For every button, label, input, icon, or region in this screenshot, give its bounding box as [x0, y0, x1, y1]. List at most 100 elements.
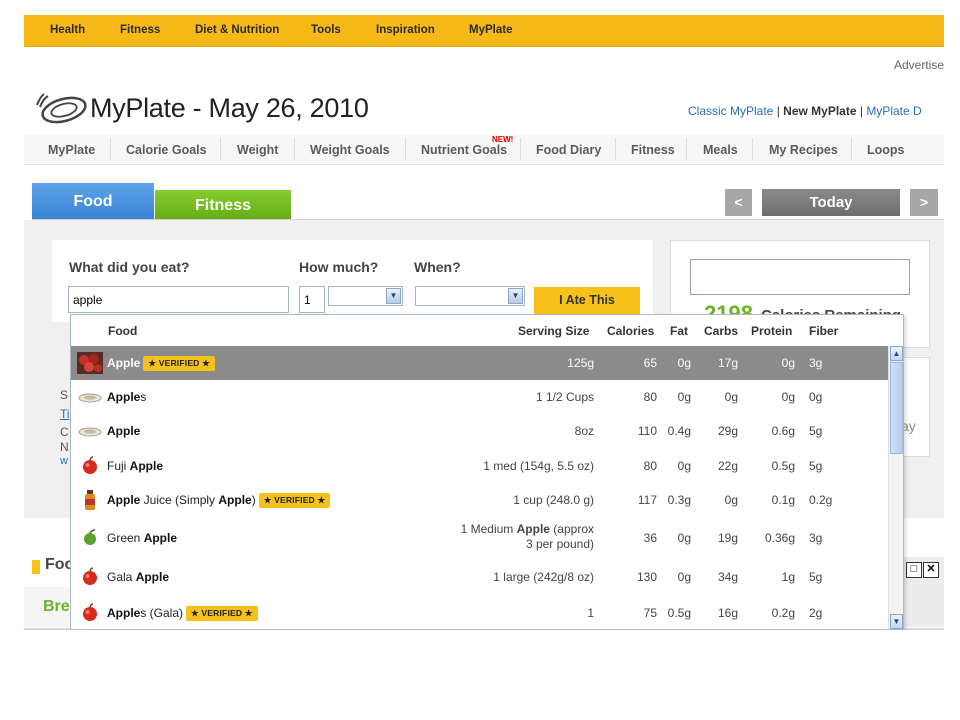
serving-size: 1 cup (248.0 g): [513, 493, 594, 507]
serving-size: 1: [587, 606, 594, 620]
top-nav-health[interactable]: Health: [50, 24, 85, 36]
red-apple-icon: [77, 602, 103, 624]
tab-weight[interactable]: Weight: [237, 143, 278, 157]
advertise-link[interactable]: Advertise: [894, 58, 944, 72]
today-button[interactable]: Today: [762, 189, 900, 216]
protein-value: 0.36g: [764, 531, 795, 545]
i-ate-this-button[interactable]: I Ate This: [534, 287, 640, 314]
top-nav-diet-nutrition[interactable]: Diet & Nutrition: [195, 24, 279, 36]
carbs-value: 17g: [717, 356, 738, 370]
tab-my-recipes[interactable]: My Recipes: [769, 143, 838, 157]
food-name: Apple: [107, 424, 141, 438]
food-tab[interactable]: Food: [32, 183, 154, 220]
verified-badge: ★ VERIFIED ★: [258, 493, 331, 508]
left-panel-text: S: [60, 388, 69, 402]
classic-myplate-link[interactable]: Classic MyPlate: [688, 104, 773, 118]
next-day-button[interactable]: >: [910, 189, 938, 216]
tab-nutrient-goals[interactable]: Nutrient Goals: [421, 143, 507, 157]
food-name: Apple Juice (Simply Apple) ★ VERIFIED ★: [107, 493, 331, 508]
result-row[interactable]: Apple Juice (Simply Apple) ★ VERIFIED ★ 1 …: [71, 483, 889, 517]
divider: [220, 138, 221, 160]
calories-value: 36: [643, 531, 657, 545]
tab-fitness[interactable]: Fitness: [631, 143, 675, 157]
green-apple-icon: [77, 526, 103, 548]
divider: [851, 138, 852, 160]
fat-value: 0g: [677, 356, 691, 370]
new-badge: NEW!: [492, 135, 514, 144]
left-panel-text: C: [60, 425, 69, 439]
divider: [520, 138, 521, 160]
fiber-value: 3g: [809, 356, 823, 370]
fiber-value: 5g: [809, 570, 823, 584]
tab-meals[interactable]: Meals: [703, 143, 738, 157]
scroll-down-icon[interactable]: ▼: [890, 614, 903, 629]
protein-value: 0g: [781, 356, 795, 370]
fat-value: 0.4g: [667, 424, 691, 438]
calories-value: 80: [643, 390, 657, 404]
meal-time-select[interactable]: ▼: [415, 286, 525, 306]
prev-day-button[interactable]: <: [725, 189, 752, 216]
carbs-value: 19g: [717, 531, 738, 545]
header-protein: Protein: [751, 324, 793, 338]
header-food: Food: [108, 324, 138, 338]
result-row[interactable]: Apples 1 1/2 Cups 80 0g 0g 0g 0g: [71, 380, 889, 414]
new-myplate-link[interactable]: New MyPlate: [783, 104, 856, 118]
calories-value: 130: [636, 570, 657, 584]
page-title: MyPlate - May 26, 2010: [90, 93, 369, 123]
divider: [405, 138, 406, 160]
protein-value: 0.1g: [771, 493, 795, 507]
version-links: Classic MyPlate | New MyPlate | MyPlate …: [688, 104, 922, 118]
juice-bottle-icon: [77, 489, 103, 511]
fiber-value: 0.2g: [809, 493, 833, 507]
tab-myplate[interactable]: MyPlate: [48, 143, 95, 157]
top-nav-tools[interactable]: Tools: [311, 24, 341, 36]
carbs-value: 22g: [717, 459, 738, 473]
fat-value: 0g: [677, 531, 691, 545]
result-row[interactable]: Apples (Gala) ★ VERIFIED ★ 1 75 0.5g 16g 0.2g 2…: [71, 596, 889, 629]
top-nav-fitness[interactable]: Fitness: [120, 24, 160, 36]
scroll-thumb[interactable]: [890, 362, 903, 454]
serving-size: 1 med (154g, 5.5 oz): [483, 459, 594, 473]
fat-value: 0.3g: [667, 493, 691, 507]
fiber-value: 2g: [809, 606, 823, 620]
tab-calorie-goals[interactable]: Calorie Goals: [126, 143, 207, 157]
serving-size: 1 1/2 Cups: [535, 390, 594, 404]
unit-select[interactable]: ▼: [328, 286, 403, 306]
protein-value: 1g: [781, 570, 795, 584]
myplate-d-link[interactable]: MyPlate D: [866, 104, 921, 118]
section-marker: [32, 560, 40, 574]
maximize-icon[interactable]: □: [906, 562, 922, 578]
verified-badge: ★ VERIFIED ★: [143, 356, 215, 371]
top-nav-myplate[interactable]: MyPlate: [469, 24, 512, 36]
result-row[interactable]: Fuji Apple 1 med (154g, 5.5 oz) 80 0g 22g 0.5…: [71, 449, 889, 483]
page: Health Fitness Diet & Nutrition Tools In…: [24, 15, 944, 630]
sub-nav: MyPlate Calorie Goals Weight Weight Goal…: [24, 135, 944, 165]
breakfast-header: Breakfast: [24, 587, 116, 627]
scrollbar[interactable]: ▲ ▼: [888, 346, 903, 629]
separator: |: [773, 104, 784, 118]
chevron-down-icon: ▼: [386, 288, 401, 304]
fitness-tab[interactable]: Fitness: [155, 190, 291, 220]
left-panel-link[interactable]: Ti: [60, 407, 70, 421]
protein-value: 0.6g: [771, 424, 795, 438]
serving-size: 8oz: [574, 424, 594, 438]
left-panel-link[interactable]: w: [60, 455, 68, 467]
result-row[interactable]: Green Apple 1 Medium Apple (approx 3 per p…: [71, 518, 889, 560]
carbs-value: 0g: [724, 390, 738, 404]
tab-loops[interactable]: Loops: [867, 143, 905, 157]
tab-weight-goals[interactable]: Weight Goals: [310, 143, 390, 157]
divider: [752, 138, 753, 160]
calories-field[interactable]: [690, 259, 910, 295]
header-serving-size: Serving Size: [518, 324, 590, 338]
top-nav-inspiration[interactable]: Inspiration: [376, 24, 435, 36]
header-carbs: Carbs: [704, 324, 739, 338]
close-icon[interactable]: ✕: [923, 562, 939, 578]
tab-food-diary[interactable]: Food Diary: [536, 143, 601, 157]
result-row[interactable]: Apple 8oz 110 0.4g 29g 0.6g 5g: [71, 414, 889, 448]
result-row[interactable]: Apple ★ VERIFIED ★ 125g 65 0g 17g 0g 3g: [71, 346, 889, 380]
divider: [686, 138, 687, 160]
scroll-up-icon[interactable]: ▲: [890, 346, 903, 361]
food-search-input[interactable]: [68, 286, 289, 313]
result-row[interactable]: Gala Apple 1 large (242g/8 oz) 130 0g 34g 1g 5…: [71, 560, 889, 596]
quantity-input[interactable]: [299, 286, 325, 313]
